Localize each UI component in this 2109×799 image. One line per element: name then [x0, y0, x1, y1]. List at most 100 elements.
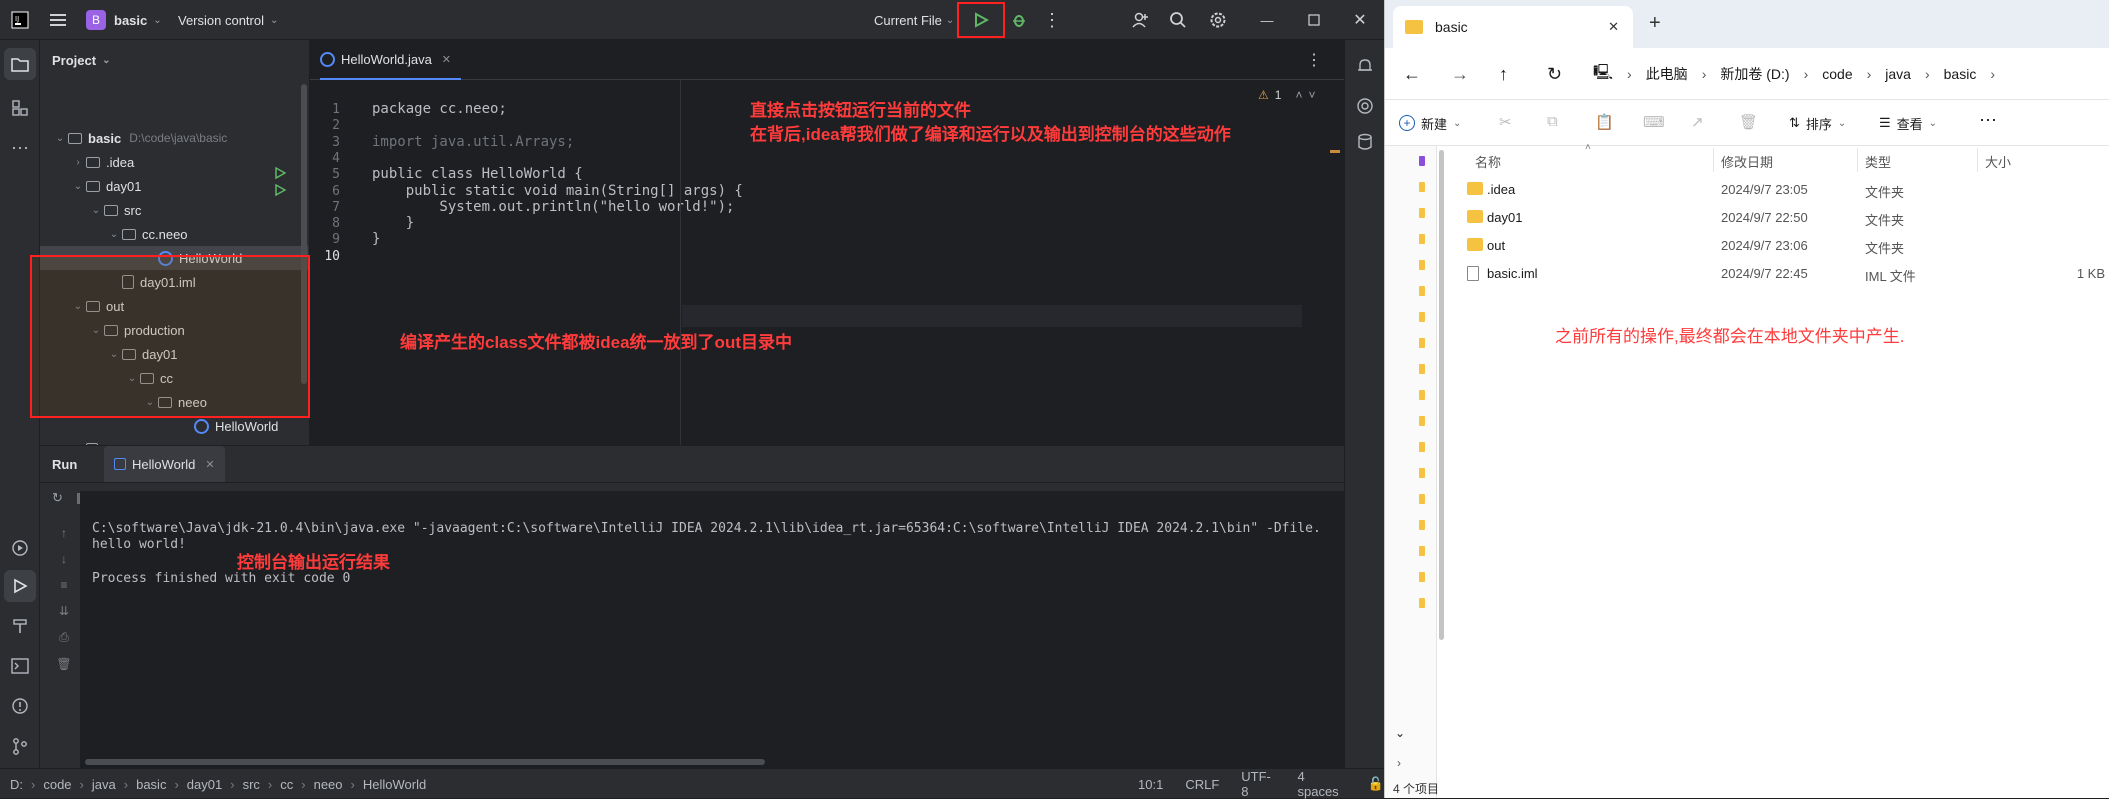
folder-icon[interactable]: [1419, 598, 1425, 608]
hamburger-menu-icon[interactable]: [46, 0, 70, 40]
project-switcher[interactable]: B basic ⌄: [86, 0, 162, 40]
column-date[interactable]: 修改日期: [1721, 152, 1773, 171]
nav-scrollbar[interactable]: [1439, 150, 1444, 640]
arrow-down-icon[interactable]: ↓: [61, 552, 67, 566]
soft-wrap-icon[interactable]: ≡: [60, 578, 67, 592]
status-breadcrumb-item[interactable]: src: [243, 777, 260, 792]
problems-tool-icon[interactable]: [4, 690, 36, 722]
folder-icon[interactable]: [1419, 338, 1425, 348]
folder-icon[interactable]: [1419, 468, 1425, 478]
folder-icon[interactable]: [1419, 520, 1425, 530]
rerun-icon[interactable]: ↻: [52, 490, 63, 506]
add-user-icon[interactable]: [1128, 0, 1152, 40]
new-tab-icon[interactable]: +: [1649, 12, 1661, 35]
breadcrumb-item[interactable]: 新加卷 (D:): [1720, 64, 1789, 84]
new-button[interactable]: + 新建 ⌄: [1399, 100, 1461, 146]
status-breadcrumb-item[interactable]: basic: [136, 777, 166, 792]
navigation-pane[interactable]: ⌄ ›: [1385, 146, 1437, 798]
column-type[interactable]: 类型: [1865, 152, 1891, 171]
folder-icon[interactable]: [1419, 364, 1425, 374]
line-separator[interactable]: CRLF: [1185, 777, 1219, 792]
ai-assistant-icon[interactable]: [1349, 90, 1381, 122]
nav-item-icon[interactable]: [1419, 156, 1425, 166]
column-name[interactable]: 名称: [1475, 152, 1501, 171]
folder-icon[interactable]: [1419, 286, 1425, 296]
structure-tool-icon[interactable]: [4, 92, 36, 124]
settings-gear-icon[interactable]: [1206, 0, 1230, 40]
back-arrow-icon[interactable]: ←: [1403, 48, 1421, 100]
breadcrumb-item[interactable]: basic: [1944, 66, 1977, 82]
breadcrumb-item[interactable]: 此电脑: [1646, 64, 1688, 84]
file-row[interactable]: day01 2024/9/7 22:50 文件夹: [1465, 204, 2105, 232]
readonly-lock-icon[interactable]: 🔓: [1368, 776, 1384, 792]
folder-icon[interactable]: [1419, 416, 1425, 426]
chevron-right-icon[interactable]: ›: [1627, 66, 1632, 82]
folder-icon[interactable]: [1419, 494, 1425, 504]
run-button[interactable]: [957, 2, 1005, 38]
run-tab[interactable]: HelloWorld ✕: [104, 446, 225, 482]
project-tool-icon[interactable]: [4, 48, 36, 80]
chevron-right-icon[interactable]: ›: [1702, 66, 1707, 82]
status-breadcrumb-item[interactable]: cc: [280, 777, 293, 792]
scroll-to-end-icon[interactable]: ⇊: [59, 604, 69, 618]
more-actions-icon[interactable]: ⋮: [1042, 0, 1062, 40]
refresh-icon[interactable]: ↻: [1547, 48, 1562, 100]
status-breadcrumb-item[interactable]: code: [43, 777, 71, 792]
trash-icon[interactable]: 🗑: [56, 657, 71, 671]
services-tool-icon[interactable]: [4, 532, 36, 564]
view-button[interactable]: ☰ 查看 ⌄: [1879, 100, 1937, 146]
address-breadcrumb[interactable]: 🖳 › 此电脑 › 新加卷 (D:) › code › java › basic ›: [1593, 48, 1995, 100]
caret-position[interactable]: 10:1: [1138, 777, 1163, 792]
minimize-icon[interactable]: —: [1255, 0, 1279, 40]
console-scrollbar[interactable]: [85, 759, 765, 765]
breadcrumb-item[interactable]: java: [1885, 66, 1911, 82]
breadcrumb-item[interactable]: code: [1822, 66, 1852, 82]
folder-icon[interactable]: [1419, 442, 1425, 452]
file-encoding[interactable]: UTF-8: [1241, 769, 1275, 799]
gutter-run-icon[interactable]: [274, 183, 287, 199]
tree-item[interactable]: › .idea: [40, 150, 308, 174]
folder-icon[interactable]: [1419, 208, 1425, 218]
arrow-up-icon[interactable]: ↑: [61, 526, 67, 540]
chevron-right-icon[interactable]: ›: [70, 157, 86, 168]
run-tool-icon[interactable]: [4, 570, 36, 602]
forward-arrow-icon[interactable]: →: [1451, 48, 1469, 100]
gutter-run-icon[interactable]: [274, 166, 287, 182]
share-icon[interactable]: ↗: [1691, 113, 1704, 131]
sort-button[interactable]: ⇅ 排序 ⌄: [1789, 100, 1846, 146]
notifications-bell-icon[interactable]: [1349, 50, 1381, 82]
folder-icon[interactable]: [1419, 546, 1425, 556]
close-tab-icon[interactable]: ✕: [1608, 19, 1619, 35]
folder-icon[interactable]: [1419, 312, 1425, 322]
chevron-down-icon[interactable]: ⌄: [106, 229, 122, 240]
paste-icon[interactable]: 📋: [1595, 113, 1614, 131]
folder-icon[interactable]: [1419, 390, 1425, 400]
chevron-down-icon[interactable]: ⌄: [70, 181, 86, 192]
delete-icon[interactable]: 🗑: [1739, 113, 1758, 131]
maximize-icon[interactable]: [1302, 0, 1326, 40]
console-output[interactable]: C:\software\Java\jdk-21.0.4\bin\java.exe…: [80, 491, 1344, 769]
chevron-down-icon[interactable]: ⌄: [1395, 726, 1405, 740]
file-row[interactable]: out 2024/9/7 23:06 文件夹: [1465, 232, 2105, 260]
chevron-down-icon[interactable]: ⌄: [88, 205, 104, 216]
database-icon[interactable]: [1349, 126, 1381, 158]
status-breadcrumb-item[interactable]: day01: [187, 777, 222, 792]
file-row[interactable]: .idea 2024/9/7 23:05 文件夹: [1465, 176, 2105, 204]
column-size[interactable]: 大小: [1985, 152, 2011, 171]
cut-icon[interactable]: ✂: [1499, 113, 1512, 131]
indent-setting[interactable]: 4 spaces: [1297, 769, 1345, 799]
folder-icon[interactable]: [1419, 260, 1425, 270]
chevron-right-icon[interactable]: ›: [1867, 66, 1872, 82]
file-row[interactable]: basic.iml 2024/9/7 22:45 IML 文件 1 KB: [1465, 260, 2105, 288]
up-arrow-icon[interactable]: ↑: [1499, 48, 1508, 100]
folder-icon[interactable]: [1419, 182, 1425, 192]
tree-item[interactable]: ⌄ basic D:\code\java\basic: [40, 126, 308, 150]
rename-icon[interactable]: ⌨: [1643, 113, 1665, 131]
copy-icon[interactable]: ⧉: [1547, 113, 1558, 130]
debug-button[interactable]: [1007, 0, 1031, 40]
folder-icon[interactable]: [1419, 572, 1425, 582]
chevron-right-icon[interactable]: ›: [1804, 66, 1809, 82]
close-window-icon[interactable]: ✕: [1348, 0, 1372, 40]
chevron-right-icon[interactable]: ›: [1397, 756, 1401, 770]
status-breadcrumb-item[interactable]: neeo: [314, 777, 343, 792]
